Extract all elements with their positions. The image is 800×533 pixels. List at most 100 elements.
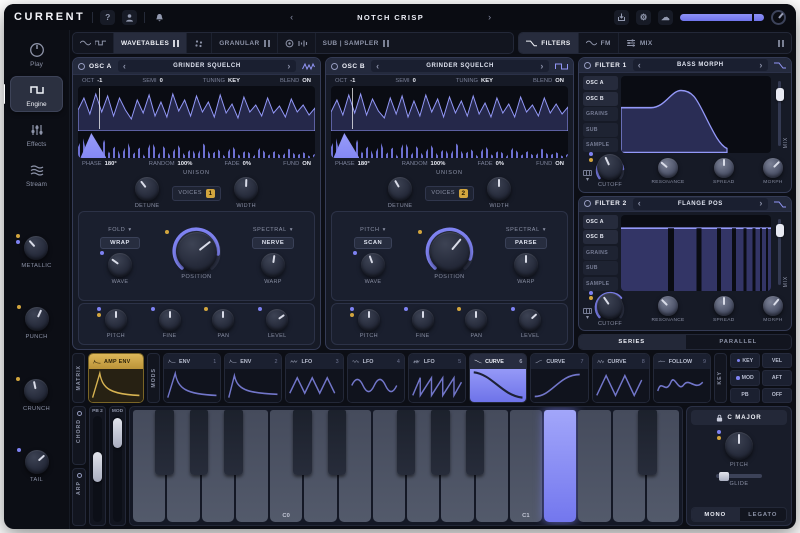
- tab-filters[interactable]: FILTERS: [519, 33, 579, 53]
- voices-stepper[interactable]: VOICES 1: [172, 185, 222, 201]
- macro-knob-crunch[interactable]: [24, 378, 49, 403]
- waveform-display[interactable]: [78, 86, 315, 158]
- pitch-knob[interactable]: [357, 309, 380, 331]
- width-knob[interactable]: [487, 177, 512, 201]
- chevron-right-icon[interactable]: ›: [759, 60, 763, 70]
- mix-slider-handle[interactable]: [775, 88, 784, 102]
- source-osc-b[interactable]: OSC B: [583, 230, 618, 245]
- fund-param[interactable]: FUND ON: [536, 161, 564, 167]
- piano-black-key[interactable]: [465, 410, 485, 475]
- detune-knob[interactable]: [388, 177, 413, 201]
- mix-slider-handle[interactable]: [775, 224, 784, 238]
- random-param[interactable]: RANDOM 100%: [402, 161, 446, 167]
- piano-black-key[interactable]: [293, 410, 312, 475]
- next-preset-button[interactable]: ›: [488, 12, 491, 22]
- sidebar-item-engine[interactable]: Engine: [4, 76, 63, 112]
- oct-param[interactable]: OCT -1: [82, 78, 102, 84]
- mod-wheel-track[interactable]: [113, 416, 122, 522]
- mod-slot-env-2[interactable]: ENV 2: [224, 353, 283, 403]
- voices-stepper[interactable]: VOICES 2: [425, 185, 475, 201]
- source-grains[interactable]: GRAINS: [583, 107, 618, 122]
- warp-knob[interactable]: [261, 253, 285, 277]
- tuning-param[interactable]: TUNING KEY: [203, 78, 240, 84]
- level-knob[interactable]: [519, 309, 542, 331]
- tab-mix[interactable]: MIX: [619, 33, 771, 53]
- spread-knob[interactable]: [713, 157, 734, 178]
- source-sub[interactable]: SUB: [583, 261, 618, 276]
- fund-param[interactable]: FUND ON: [283, 161, 311, 167]
- sidebar-item-play[interactable]: Play: [10, 36, 63, 72]
- power-icon[interactable]: [76, 472, 82, 478]
- waveform-display[interactable]: [331, 86, 568, 158]
- cutoff-knob[interactable]: [597, 292, 623, 319]
- blend-param[interactable]: BLEND ON: [533, 78, 564, 84]
- phase-param[interactable]: PHASE 180°: [82, 161, 117, 167]
- piano-key-c1[interactable]: C1: [509, 410, 542, 522]
- pan-knob[interactable]: [465, 309, 488, 331]
- amp-env-slot[interactable]: AMP ENV: [88, 353, 144, 403]
- legato-button[interactable]: LEGATO: [740, 508, 787, 521]
- macro-knob-punch[interactable]: [24, 307, 49, 332]
- output-gain-knob[interactable]: [771, 9, 786, 25]
- fade-param[interactable]: FADE 0%: [478, 161, 505, 167]
- mod-slot-lfo-5[interactable]: LFO 5: [407, 353, 467, 403]
- position-knob[interactable]: [176, 232, 217, 272]
- mode-header[interactable]: PITCH ▾: [360, 227, 386, 233]
- arp-tab[interactable]: ARP: [72, 467, 86, 526]
- macro-knob-tail[interactable]: [24, 449, 49, 474]
- source-osc-b[interactable]: OSC B: [583, 91, 618, 106]
- power-icon[interactable]: [584, 200, 591, 207]
- tab-sub-sampler[interactable]: SUB | SAMPLER: [316, 33, 514, 53]
- keytrack-grid-icon[interactable]: [583, 169, 592, 176]
- mod-slot-curve-7[interactable]: CURVE 7: [530, 353, 589, 403]
- sidebar-item-stream[interactable]: Stream: [10, 156, 63, 192]
- phase-param[interactable]: PHASE 180°: [335, 161, 370, 167]
- matrix-tab[interactable]: MATRIX: [72, 353, 85, 403]
- fine-knob[interactable]: [158, 309, 181, 331]
- filter-curve-display[interactable]: [621, 76, 771, 153]
- routing-parallel-button[interactable]: PARALLEL: [686, 335, 792, 349]
- filter-preset-selector[interactable]: ‹ BASS MORPH ›: [632, 59, 768, 71]
- mix-slider[interactable]: [775, 80, 784, 147]
- scale-header[interactable]: C MAJOR: [691, 410, 787, 425]
- mode-header[interactable]: FOLD ▾: [108, 227, 131, 233]
- semi-param[interactable]: SEMI 0: [395, 78, 415, 84]
- piano-black-key[interactable]: [638, 410, 657, 475]
- power-icon[interactable]: [331, 62, 338, 70]
- prev-preset-button[interactable]: ‹: [290, 12, 293, 22]
- filter-curve-display[interactable]: [621, 214, 771, 291]
- chevron-right-icon[interactable]: ›: [759, 199, 763, 208]
- width-knob[interactable]: [234, 177, 259, 201]
- key-button[interactable]: KEY: [729, 353, 760, 369]
- mod-wheel-handle[interactable]: [113, 418, 122, 449]
- chevron-left-icon[interactable]: ‹: [123, 61, 127, 71]
- wavetable-preset-selector[interactable]: ‹ GRINDER SQUELCH ›: [371, 60, 549, 72]
- chevron-down-icon[interactable]: ▾: [586, 315, 589, 321]
- aft-button[interactable]: AFT: [761, 370, 792, 386]
- tuning-param[interactable]: TUNING KEY: [456, 78, 493, 84]
- spectral-header[interactable]: SPECTRAL ▾: [506, 227, 546, 233]
- granular-icon-cell[interactable]: [187, 33, 213, 53]
- piano-key[interactable]: [578, 410, 611, 522]
- fine-knob[interactable]: [411, 309, 434, 331]
- spectral-select-button[interactable]: NERVE: [251, 237, 295, 249]
- mono-button[interactable]: MONO: [692, 508, 739, 521]
- power-icon[interactable]: [584, 61, 591, 69]
- wave-knob[interactable]: [108, 253, 132, 277]
- mod-slot-lfo-4[interactable]: LFO 4: [346, 353, 405, 403]
- sidebar-item-effects[interactable]: Effects: [10, 116, 63, 152]
- sampler-icon-cell[interactable]: [278, 33, 316, 53]
- blend-param[interactable]: BLEND ON: [280, 78, 311, 84]
- detune-knob[interactable]: [135, 177, 160, 201]
- piano-black-key[interactable]: [396, 410, 416, 475]
- pause-icon[interactable]: [263, 39, 270, 47]
- fade-param[interactable]: FADE 0%: [225, 161, 252, 167]
- tab-fm[interactable]: FM: [579, 33, 619, 53]
- current-preset-name[interactable]: NOTCH CRISP: [357, 13, 424, 22]
- macro-knob-metallic[interactable]: [24, 236, 49, 261]
- keytrack-grid-icon[interactable]: [583, 308, 592, 314]
- power-icon[interactable]: [78, 62, 85, 70]
- filters-bypass[interactable]: [771, 33, 791, 53]
- pitch-knob[interactable]: [104, 309, 127, 331]
- source-osc-a[interactable]: OSC A: [583, 214, 618, 229]
